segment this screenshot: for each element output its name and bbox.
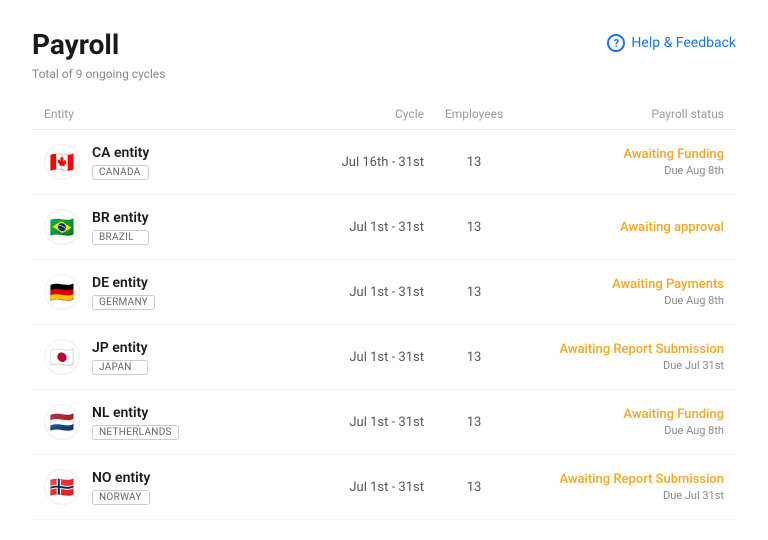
country-tag: NORWAY xyxy=(92,490,150,505)
entity-info: NL entity NETHERLANDS xyxy=(92,405,179,440)
status-secondary: Due Aug 8th xyxy=(524,424,724,437)
entity-info: JP entity JAPAN xyxy=(92,340,148,375)
entity-info: NO entity NORWAY xyxy=(92,470,150,505)
entity-name: DE entity xyxy=(92,275,155,291)
status-value: Awaiting Report Submission Due Jul 31st xyxy=(524,472,724,502)
entity-info: CA entity CANADA xyxy=(92,145,149,180)
header-status: Payroll status xyxy=(524,107,724,121)
cycle-value: Jul 1st - 31st xyxy=(284,220,424,235)
entity-info: DE entity GERMANY xyxy=(92,275,155,310)
payroll-table: Entity Cycle Employees Payroll status 🇨🇦… xyxy=(32,99,736,520)
entity-name: JP entity xyxy=(92,340,148,356)
status-primary: Awaiting Report Submission xyxy=(524,342,724,357)
flag-icon: 🇨🇦 xyxy=(44,144,80,180)
table-row[interactable]: 🇧🇷 BR entity BRAZIL Jul 1st - 31st 13 Aw… xyxy=(32,195,736,260)
table-row[interactable]: 🇳🇴 NO entity NORWAY Jul 1st - 31st 13 Aw… xyxy=(32,455,736,520)
entity-info: BR entity BRAZIL xyxy=(92,210,149,245)
status-primary: Awaiting Funding xyxy=(524,147,724,162)
flag-icon: 🇳🇱 xyxy=(44,404,80,440)
country-tag: CANADA xyxy=(92,165,149,180)
entity-cell: 🇯🇵 JP entity JAPAN xyxy=(44,339,284,375)
table-row[interactable]: 🇨🇦 CA entity CANADA Jul 16th - 31st 13 A… xyxy=(32,130,736,195)
page-title: Payroll xyxy=(32,28,119,61)
status-secondary: Due Aug 8th xyxy=(524,294,724,307)
cycle-value: Jul 1st - 31st xyxy=(284,480,424,495)
entity-cell: 🇩🇪 DE entity GERMANY xyxy=(44,274,284,310)
header-entity: Entity xyxy=(44,107,284,121)
cycle-value: Jul 1st - 31st xyxy=(284,285,424,300)
help-feedback-button[interactable]: ? Help & Feedback xyxy=(607,34,736,52)
status-primary: Awaiting Report Submission xyxy=(524,472,724,487)
status-value: Awaiting approval xyxy=(524,220,724,235)
status-primary: Awaiting approval xyxy=(524,220,724,235)
entity-cell: 🇳🇱 NL entity NETHERLANDS xyxy=(44,404,284,440)
table-row[interactable]: 🇳🇱 NL entity NETHERLANDS Jul 1st - 31st … xyxy=(32,390,736,455)
status-value: Awaiting Payments Due Aug 8th xyxy=(524,277,724,307)
employees-value: 13 xyxy=(424,285,524,300)
status-secondary: Due Jul 31st xyxy=(524,489,724,502)
flag-icon: 🇯🇵 xyxy=(44,339,80,375)
entity-name: NL entity xyxy=(92,405,179,421)
employees-value: 13 xyxy=(424,415,524,430)
header-employees: Employees xyxy=(424,107,524,121)
employees-value: 13 xyxy=(424,155,524,170)
country-tag: NETHERLANDS xyxy=(92,425,179,440)
status-secondary: Due Jul 31st xyxy=(524,359,724,372)
page-header: Payroll ? Help & Feedback xyxy=(32,28,736,61)
subtitle: Total of 9 ongoing cycles xyxy=(32,67,736,81)
table-header: Entity Cycle Employees Payroll status xyxy=(32,99,736,130)
country-tag: GERMANY xyxy=(92,295,155,310)
table-row[interactable]: 🇩🇪 DE entity GERMANY Jul 1st - 31st 13 A… xyxy=(32,260,736,325)
employees-value: 13 xyxy=(424,480,524,495)
status-secondary: Due Aug 8th xyxy=(524,164,724,177)
cycle-value: Jul 1st - 31st xyxy=(284,350,424,365)
country-tag: BRAZIL xyxy=(92,230,149,245)
flag-icon: 🇩🇪 xyxy=(44,274,80,310)
help-icon: ? xyxy=(607,34,625,52)
help-feedback-label: Help & Feedback xyxy=(631,35,736,51)
flag-icon: 🇳🇴 xyxy=(44,469,80,505)
table-row[interactable]: 🇯🇵 JP entity JAPAN Jul 1st - 31st 13 Awa… xyxy=(32,325,736,390)
entity-name: CA entity xyxy=(92,145,149,161)
entity-cell: 🇳🇴 NO entity NORWAY xyxy=(44,469,284,505)
entity-cell: 🇨🇦 CA entity CANADA xyxy=(44,144,284,180)
table-body: 🇨🇦 CA entity CANADA Jul 16th - 31st 13 A… xyxy=(32,130,736,520)
status-primary: Awaiting Payments xyxy=(524,277,724,292)
employees-value: 13 xyxy=(424,220,524,235)
header-cycle: Cycle xyxy=(284,107,424,121)
entity-name: BR entity xyxy=(92,210,149,226)
status-value: Awaiting Report Submission Due Jul 31st xyxy=(524,342,724,372)
employees-value: 13 xyxy=(424,350,524,365)
status-value: Awaiting Funding Due Aug 8th xyxy=(524,147,724,177)
country-tag: JAPAN xyxy=(92,360,148,375)
cycle-value: Jul 1st - 31st xyxy=(284,415,424,430)
cycle-value: Jul 16th - 31st xyxy=(284,155,424,170)
status-value: Awaiting Funding Due Aug 8th xyxy=(524,407,724,437)
entity-name: NO entity xyxy=(92,470,150,486)
entity-cell: 🇧🇷 BR entity BRAZIL xyxy=(44,209,284,245)
status-primary: Awaiting Funding xyxy=(524,407,724,422)
flag-icon: 🇧🇷 xyxy=(44,209,80,245)
